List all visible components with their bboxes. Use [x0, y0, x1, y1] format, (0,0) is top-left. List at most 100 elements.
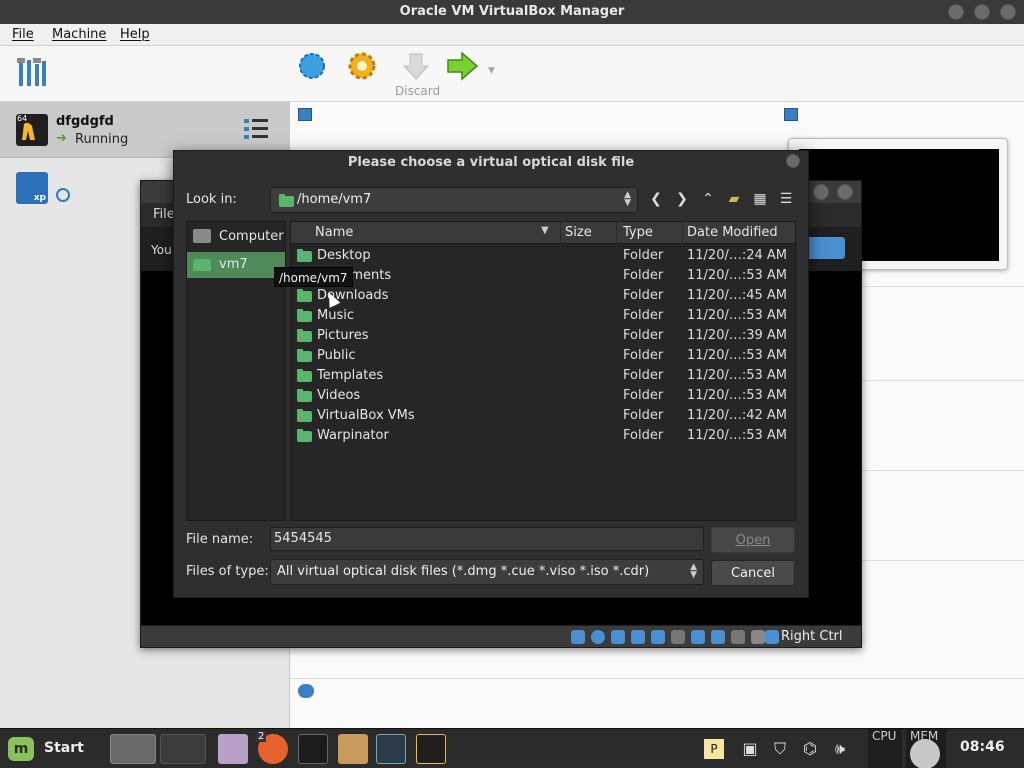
list-view-icon[interactable]: ▦	[750, 189, 770, 209]
file-name-label: File name:	[186, 532, 254, 547]
forward-icon[interactable]: ❯	[672, 189, 692, 209]
file-date: 11/20/…:53 AM	[687, 388, 788, 403]
shield-icon[interactable]: ⛉	[770, 739, 790, 759]
maximize-button[interactable]	[974, 4, 990, 20]
tools-icon[interactable]	[16, 56, 48, 90]
path-tooltip: /home/vm7	[274, 267, 353, 287]
display-icon[interactable]	[691, 630, 705, 644]
file-type: Folder	[623, 388, 664, 403]
discard-label: Discard	[395, 84, 441, 98]
file-name-input[interactable]: 5454545	[270, 527, 704, 551]
column-size[interactable]: Size	[561, 222, 617, 244]
terminal-icon[interactable]	[298, 734, 328, 764]
sort-down-icon: ▼	[541, 225, 549, 236]
settings-gear-icon[interactable]	[346, 50, 378, 82]
mem-monitor[interactable]: MEM	[906, 729, 946, 768]
combo-arrows-icon: ▲ ▼	[624, 190, 631, 208]
mouse-integration-icon[interactable]	[751, 630, 765, 644]
places-sidebar: Computer vm7	[186, 221, 286, 521]
column-type[interactable]: Type	[619, 222, 683, 244]
file-name: Pictures	[317, 328, 369, 343]
hard-disk-icon[interactable]	[571, 630, 585, 644]
power-off-icon	[56, 188, 70, 202]
column-name[interactable]: Name	[291, 222, 561, 244]
new-vm-icon[interactable]	[296, 50, 328, 82]
file-type: Folder	[623, 288, 664, 303]
start-arrow-icon[interactable]	[446, 50, 480, 82]
column-date[interactable]: Date Modified	[683, 222, 795, 244]
new-folder-icon[interactable]: ▰	[724, 189, 744, 209]
vm-xp-icon: xp	[16, 172, 48, 204]
file-row[interactable]: Public Folder 11/20/…:53 AM	[291, 346, 795, 366]
network-tray-icon[interactable]: ⌬	[800, 739, 820, 759]
file-type: Folder	[623, 248, 664, 263]
home-folder-icon	[193, 259, 211, 271]
vm-minimize-button[interactable]	[813, 184, 829, 200]
window-title: Oracle VM VirtualBox Manager	[399, 4, 625, 19]
cancel-button[interactable]: Cancel	[711, 560, 795, 586]
keyboard-capture-icon[interactable]	[765, 630, 779, 644]
vm-details-menu-icon[interactable]	[244, 118, 268, 140]
file-row[interactable]: Desktop Folder 11/20/…:24 AM	[291, 246, 795, 266]
workspace-1[interactable]	[110, 734, 156, 764]
file-list: Name ▼ Size Type Date Modified Desktop Fo…	[290, 221, 796, 521]
file-row[interactable]: Videos Folder 11/20/…:53 AM	[291, 386, 795, 406]
menu-file[interactable]: File	[12, 27, 34, 42]
place-computer[interactable]: Computer	[187, 224, 285, 250]
file-name: Videos	[317, 388, 361, 403]
vm-close-button[interactable]	[837, 184, 853, 200]
optical-disk-icon[interactable]	[591, 630, 605, 644]
folder-icon	[297, 409, 312, 422]
cpu-icon[interactable]	[731, 630, 745, 644]
file-row[interactable]: VirtualBox VMs Folder 11/20/…:42 AM	[291, 406, 795, 426]
file-type: Folder	[623, 308, 664, 323]
clock[interactable]: 08:46	[960, 739, 1005, 755]
volume-icon[interactable]: 🕪	[830, 739, 850, 759]
file-row[interactable]: Templates Folder 11/20/…:53 AM	[291, 366, 795, 386]
place-vm7[interactable]: vm7	[187, 252, 285, 278]
files-of-type-label: Files of type:	[186, 564, 269, 579]
close-button[interactable]	[1000, 4, 1016, 20]
vm-statusbar: Right Ctrl	[141, 625, 861, 647]
package-manager-icon[interactable]	[338, 734, 368, 764]
file-cabinet-icon[interactable]	[218, 734, 248, 764]
mint-logo-icon: m	[8, 737, 34, 761]
dialog-close-button[interactable]	[786, 154, 800, 168]
file-row[interactable]: Documents Folder 11/20/…:53 AM	[291, 266, 795, 286]
menu-help[interactable]: Help	[120, 27, 150, 42]
recording-icon[interactable]	[711, 630, 725, 644]
parent-dir-icon[interactable]: ⌃	[698, 189, 718, 209]
workspace-2[interactable]	[160, 734, 206, 764]
network-icon[interactable]	[631, 630, 645, 644]
start-dropdown-icon[interactable]: ▼	[488, 66, 495, 76]
file-date: 11/20/…:24 AM	[687, 248, 788, 263]
files-of-type-combo[interactable]: All virtual optical disk files (*.dmg *.…	[270, 559, 704, 585]
open-button[interactable]: Open	[711, 527, 795, 553]
vm-menu-file[interactable]: File	[153, 207, 175, 222]
firefox-icon[interactable]: 2	[256, 731, 288, 764]
file-row[interactable]: Music Folder 11/20/…:53 AM	[291, 306, 795, 326]
cpu-monitor[interactable]: CPU	[868, 729, 902, 768]
optical-disk-file-dialog: Please choose a virtual optical disk fil…	[173, 150, 809, 598]
file-date: 11/20/…:53 AM	[687, 428, 788, 443]
update-manager-icon[interactable]: ▣	[740, 739, 760, 759]
shared-folder-icon[interactable]	[671, 630, 685, 644]
back-icon[interactable]: ❮	[646, 189, 666, 209]
start-menu-button[interactable]: m Start	[6, 735, 92, 763]
audio-icon[interactable]	[611, 630, 625, 644]
look-in-combo[interactable]: /home/vm7 ▲ ▼	[270, 187, 638, 213]
clipboard-icon[interactable]: P	[704, 739, 724, 759]
host-key-label: Right Ctrl	[781, 629, 843, 644]
file-row[interactable]: Downloads Folder 11/20/…:45 AM	[291, 286, 795, 306]
usb-icon[interactable]	[651, 630, 665, 644]
virtualbox-taskbar-icon[interactable]	[416, 734, 446, 764]
vm-name: dfgdgfd	[56, 114, 114, 129]
menu-machine[interactable]: Machine	[52, 27, 106, 42]
minimize-button[interactable]	[948, 4, 964, 20]
preview-section-icon	[784, 108, 798, 121]
vm-overlay-icons[interactable]	[805, 237, 845, 259]
file-row[interactable]: Warpinator Folder 11/20/…:53 AM	[291, 426, 795, 446]
detail-view-icon[interactable]: ☰	[776, 189, 796, 209]
file-row[interactable]: Pictures Folder 11/20/…:39 AM	[291, 326, 795, 346]
system-monitor-icon[interactable]	[376, 734, 406, 764]
